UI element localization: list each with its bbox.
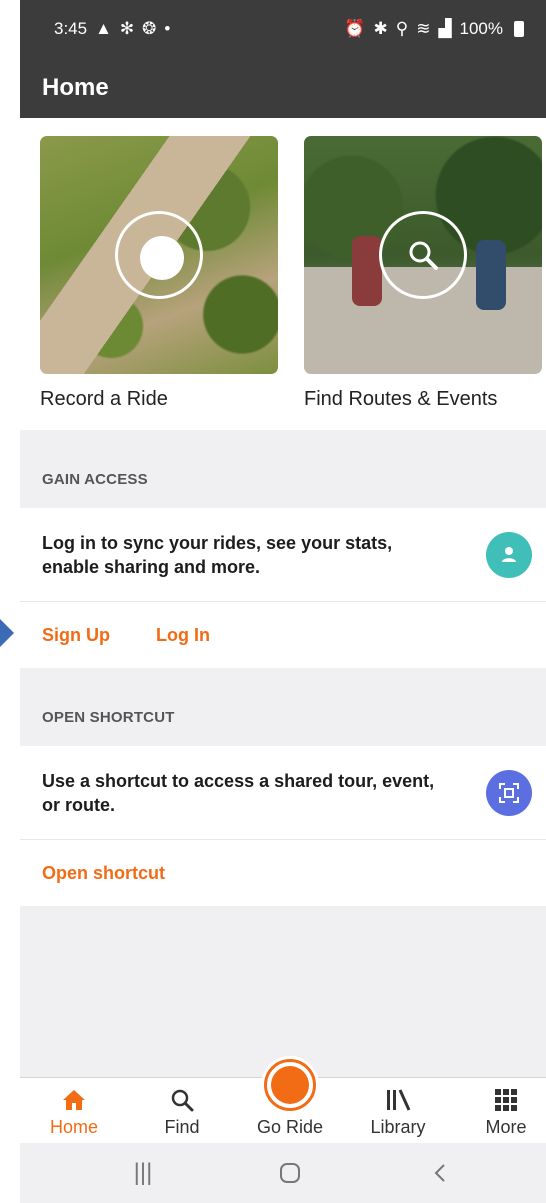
record-ride-card[interactable]: Record a Ride xyxy=(40,136,278,411)
tab-library[interactable]: Library xyxy=(348,1078,448,1144)
library-icon xyxy=(384,1085,412,1115)
search-icon xyxy=(169,1085,195,1115)
tab-find[interactable]: Find xyxy=(132,1078,232,1144)
status-left: 3:45 ▲ ✻ ❂ • xyxy=(54,19,170,39)
tab-more[interactable]: More xyxy=(456,1078,546,1144)
open-shortcut-header: OPEN SHORTCUT xyxy=(20,668,546,746)
log-in-link[interactable]: Log In xyxy=(156,625,210,646)
sync-icon: ❂ xyxy=(142,19,157,38)
shortcut-info-row: Use a shortcut to access a shared tour, … xyxy=(20,746,546,840)
cyclist-figure xyxy=(352,236,382,306)
wifi-icon: ≋ xyxy=(416,19,431,38)
status-right: ⏰ ✱ ⚲ ≋ ▟ 100% xyxy=(344,19,524,39)
gain-access-header-label: GAIN ACCESS xyxy=(42,471,148,488)
battery-percent: 100% xyxy=(459,19,503,38)
gain-access-header: GAIN ACCESS xyxy=(20,430,546,508)
qr-scan-icon[interactable] xyxy=(486,769,532,816)
user-icon[interactable] xyxy=(486,531,532,578)
back-icon[interactable] xyxy=(410,1143,470,1203)
auth-links-row: Sign Up Log In xyxy=(20,602,546,668)
app-screen: 3:45 ▲ ✻ ❂ • ⏰ ✱ ⚲ ≋ ▟ 100% Home Record … xyxy=(20,0,546,1203)
page-edge-strip xyxy=(0,0,20,1203)
cyclist-figure xyxy=(476,240,506,310)
page-title: Home xyxy=(42,74,109,101)
record-dot xyxy=(271,1066,309,1104)
tab-label: Go Ride xyxy=(256,1117,324,1137)
tab-label: More xyxy=(485,1117,527,1137)
shortcut-link-row: Open shortcut xyxy=(20,840,546,906)
open-shortcut-header-label: OPEN SHORTCUT xyxy=(42,709,175,726)
hero-cards: Record a Ride Find Routes & Events xyxy=(20,118,546,430)
record-icon xyxy=(264,1059,316,1111)
shortcut-message: Use a shortcut to access a shared tour, … xyxy=(42,770,435,815)
tab-label: Find xyxy=(164,1117,200,1137)
tab-label: Home xyxy=(49,1117,98,1137)
search-circle xyxy=(379,211,467,299)
navigation-arrow-icon: ▲ xyxy=(95,19,112,38)
record-circle xyxy=(115,211,203,299)
grid-icon xyxy=(494,1085,518,1115)
tab-label: Library xyxy=(370,1117,426,1137)
system-nav-bar: ||| xyxy=(20,1143,546,1203)
recent-apps-icon[interactable]: ||| xyxy=(113,1143,173,1203)
login-message: Log in to sync your rides, see your stat… xyxy=(42,532,393,577)
go-ride-button[interactable] xyxy=(261,1056,319,1114)
find-routes-label: Find Routes & Events xyxy=(304,388,498,410)
sign-up-link[interactable]: Sign Up xyxy=(42,625,110,646)
battery-icon xyxy=(514,21,524,37)
pointer-arrow-icon xyxy=(0,619,14,647)
location-icon: ⚲ xyxy=(395,19,409,38)
home-icon xyxy=(61,1085,87,1115)
signal-icon: ▟ xyxy=(438,19,452,38)
dot-icon: • xyxy=(164,19,171,38)
find-routes-card[interactable]: Find Routes & Events xyxy=(304,136,542,411)
record-icon xyxy=(140,236,184,280)
system-home-icon[interactable] xyxy=(260,1143,320,1203)
record-ride-label: Record a Ride xyxy=(40,388,168,410)
login-info-row: Log in to sync your rides, see your stat… xyxy=(20,508,546,602)
fan-icon: ✻ xyxy=(119,19,135,38)
status-time: 3:45 xyxy=(54,19,88,38)
alarm-icon: ⏰ xyxy=(344,19,366,38)
bluetooth-icon: ✱ xyxy=(373,19,388,38)
tab-home[interactable]: Home xyxy=(24,1078,124,1144)
app-bar: Home xyxy=(20,58,546,118)
record-ride-image xyxy=(40,136,278,374)
open-shortcut-link[interactable]: Open shortcut xyxy=(42,863,165,884)
search-icon xyxy=(382,214,464,296)
find-routes-image xyxy=(304,136,542,374)
status-bar: 3:45 ▲ ✻ ❂ • ⏰ ✱ ⚲ ≋ ▟ 100% xyxy=(20,0,546,58)
